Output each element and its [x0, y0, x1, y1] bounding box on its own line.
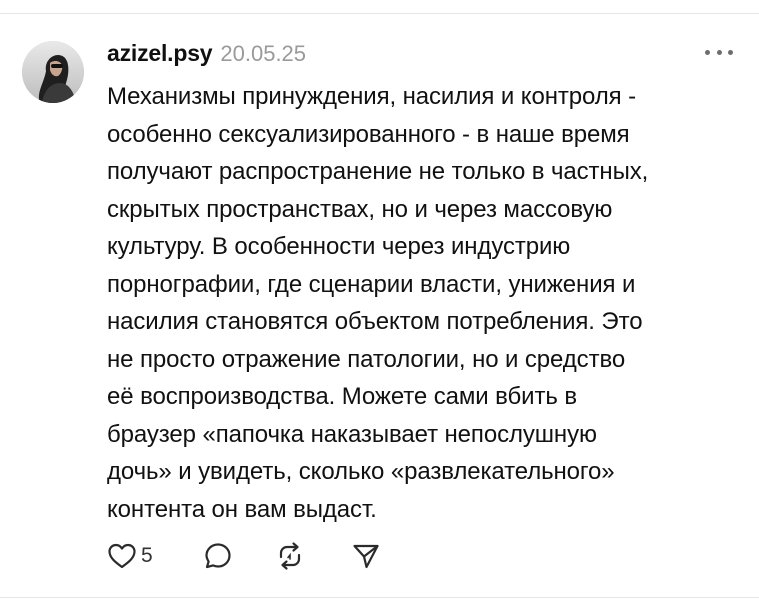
post-actions: 5 — [107, 538, 407, 574]
post-text-line: скрытых пространствах, но и через массов… — [107, 195, 613, 223]
like-button[interactable]: 5 — [107, 538, 153, 574]
repost-icon — [275, 541, 305, 571]
post-header: azizel.psy 20.05.25 — [107, 40, 306, 70]
like-count: 5 — [141, 544, 153, 567]
post-text-line: получают распространение не только в час… — [107, 158, 649, 185]
more-horizontal-icon-dot — [716, 49, 722, 55]
post-text-line: контента он вам выдаст. — [107, 495, 377, 523]
more-horizontal-icon-dot — [728, 49, 733, 55]
thread-post: azizel.psy 20.05.25 Механизмы принуждени… — [0, 0, 759, 600]
comment-icon — [203, 541, 233, 571]
post-text-line: Механизмы принуждения, насилия и контрол… — [107, 83, 636, 110]
repost-button[interactable] — [275, 538, 305, 574]
post-text: Механизмы принуждения, насилия и контрол… — [107, 78, 737, 528]
top-divider — [0, 13, 759, 14]
timestamp: 20.05.25 — [220, 41, 307, 66]
post-text-line: браузер «папочка наказывает непослушную — [107, 420, 597, 448]
username[interactable]: azizel.psy — [107, 40, 213, 67]
post-text-line: особенно сексуализированного - в наше вр… — [107, 120, 630, 148]
post-text-line: насилия становятся объектом потребления.… — [107, 308, 643, 335]
avatar[interactable] — [22, 41, 84, 103]
send-icon — [351, 541, 381, 571]
post-text-line: дочь» и увидеть, сколько «развлекательно… — [107, 458, 615, 485]
heart-icon — [107, 542, 137, 570]
post-text-line: культуру. В особенности через индустрию — [107, 233, 571, 260]
post-text-line: не просто отражение патологии, но и сред… — [107, 345, 626, 373]
comment-button[interactable] — [203, 538, 233, 574]
post-text-line: порнографии, где сценарии власти, унижен… — [107, 270, 636, 298]
post-text-line: её воспроизводства. Можете сами вбить в — [107, 383, 578, 410]
share-button[interactable] — [351, 538, 381, 574]
bottom-divider — [0, 597, 759, 598]
more-horizontal-icon — [705, 49, 710, 55]
more-options-button[interactable] — [705, 44, 733, 60]
